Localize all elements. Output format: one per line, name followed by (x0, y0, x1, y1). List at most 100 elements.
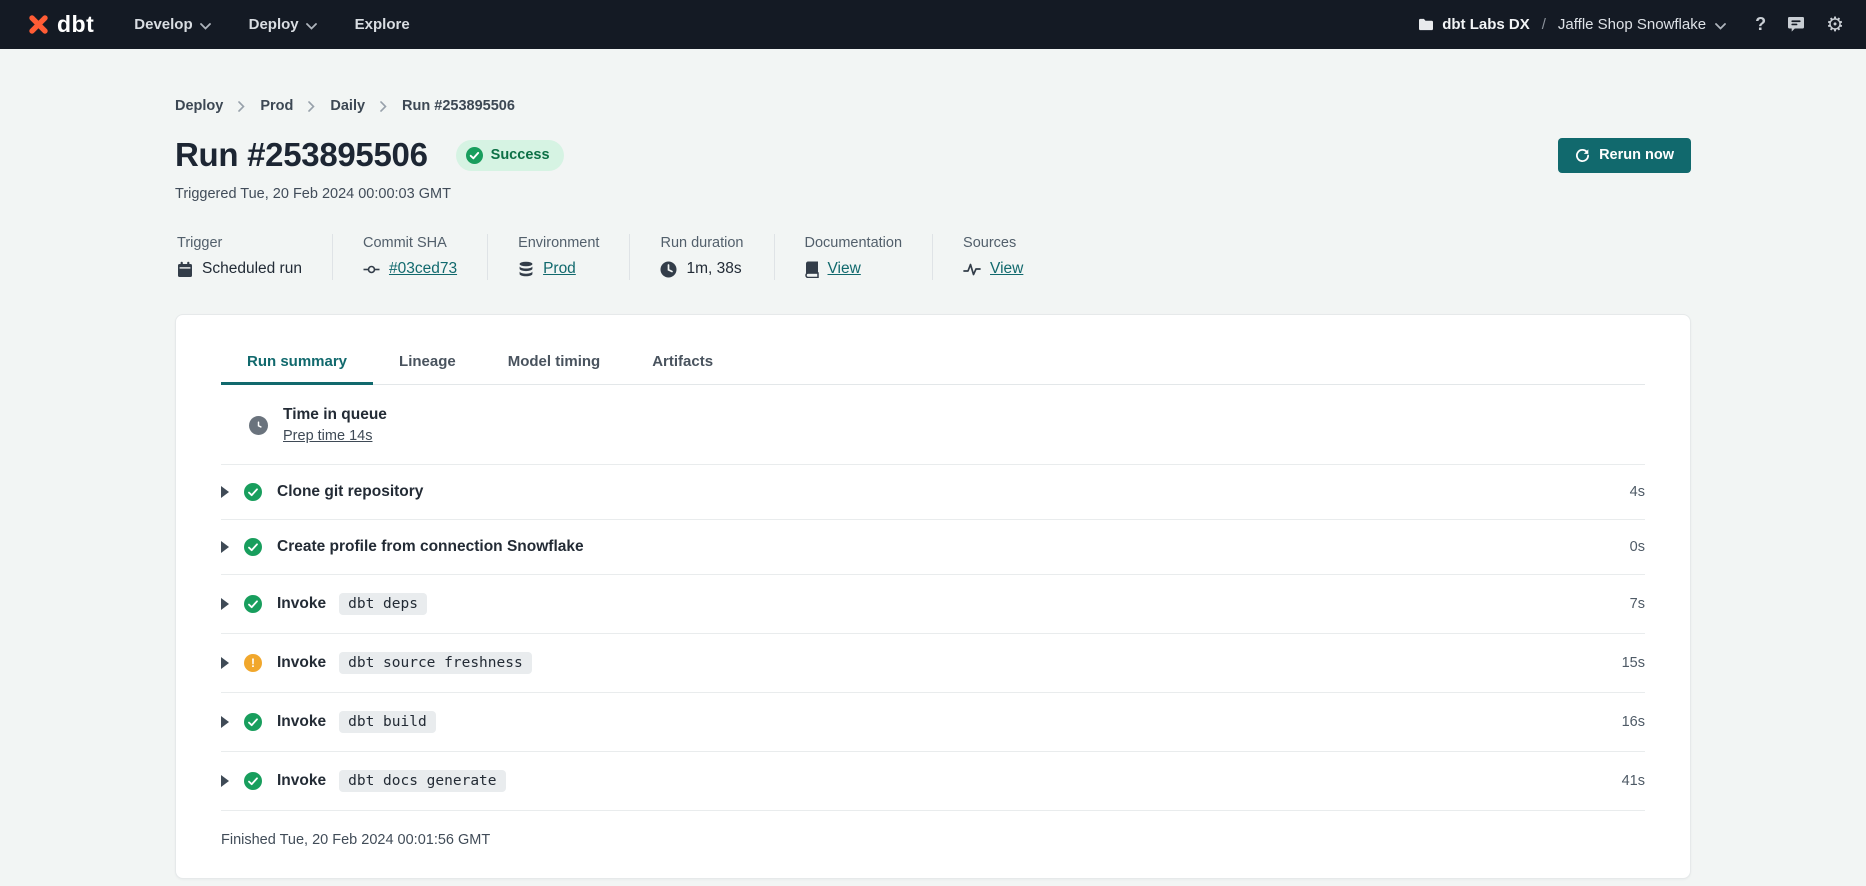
account-name: dbt Labs DX (1442, 16, 1530, 33)
breadcrumb-current-run: Run #253895506 (402, 98, 515, 114)
sources-view-link[interactable]: View (990, 260, 1023, 278)
project-switcher[interactable]: Jaffle Shop Snowflake (1558, 15, 1726, 34)
gear-icon[interactable]: ⚙ (1826, 15, 1844, 35)
run-metadata: Trigger Scheduled run Commit SHA #03ced7… (175, 234, 1691, 280)
success-icon (244, 483, 262, 501)
commit-sha-link[interactable]: #03ced73 (389, 260, 457, 278)
breadcrumb-daily[interactable]: Daily (330, 98, 365, 114)
run-step-dbt-deps: Invoke dbt deps 7s (221, 575, 1645, 634)
step-duration: 0s (1630, 539, 1645, 555)
success-icon (244, 772, 262, 790)
feedback-icon[interactable] (1787, 16, 1805, 33)
run-step-dbt-build: Invoke dbt build 16s (221, 693, 1645, 752)
rerun-now-button[interactable]: Rerun now (1558, 138, 1691, 173)
meta-label: Documentation (805, 235, 903, 251)
run-duration-value: 1m, 38s (686, 260, 741, 278)
tab-run-summary[interactable]: Run summary (221, 341, 373, 384)
project-name: Jaffle Shop Snowflake (1558, 16, 1706, 33)
app-root: dbt Develop Deploy Explore (0, 0, 1866, 886)
dbt-logo-icon (26, 12, 51, 37)
warning-icon (244, 654, 262, 672)
chevron-right-icon (380, 101, 387, 112)
expand-caret-icon[interactable] (221, 486, 229, 498)
meta-label: Sources (963, 235, 1023, 251)
step-command: dbt docs generate (339, 770, 505, 792)
trigger-value: Scheduled run (202, 260, 302, 278)
title-row: Run #253895506 Success Rerun now (175, 136, 1691, 174)
meta-commit-sha: Commit SHA #03ced73 (332, 234, 487, 280)
step-command: dbt deps (339, 593, 427, 615)
nav-item-deploy[interactable]: Deploy (249, 15, 317, 34)
nav-utility-icons: ? ⚙ (1755, 14, 1844, 35)
clock-icon (660, 261, 677, 278)
run-step-create-profile: Create profile from connection Snowflake… (221, 520, 1645, 575)
dbt-logo[interactable]: dbt (26, 12, 94, 37)
chevron-down-icon (200, 17, 211, 34)
queue-title: Time in queue (283, 406, 387, 424)
step-duration: 4s (1630, 484, 1645, 500)
chevron-down-icon (1715, 17, 1726, 34)
step-label: Invoke (277, 595, 326, 613)
expand-caret-icon[interactable] (221, 598, 229, 610)
book-icon (805, 261, 819, 278)
success-icon (466, 147, 483, 164)
nav-item-develop[interactable]: Develop (134, 15, 210, 34)
chevron-right-icon (238, 101, 245, 112)
run-step-clone: Clone git repository 4s (221, 465, 1645, 520)
meta-documentation: Documentation View (774, 234, 933, 280)
nav-item-label: Develop (134, 16, 192, 33)
run-detail-card: Run summary Lineage Model timing Artifac… (175, 314, 1691, 879)
meta-label: Run duration (660, 235, 743, 251)
account-project-separator: / (1541, 16, 1547, 33)
meta-label: Commit SHA (363, 235, 457, 251)
tab-lineage[interactable]: Lineage (373, 341, 482, 384)
breadcrumb-deploy[interactable]: Deploy (175, 98, 223, 114)
meta-label: Trigger (177, 235, 302, 251)
success-icon (244, 538, 262, 556)
finished-timestamp: Finished Tue, 20 Feb 2024 00:01:56 GMT (221, 811, 1645, 874)
page-content: Deploy Prod Daily Run #253895506 Run #25… (175, 49, 1691, 879)
meta-sources: Sources View (932, 234, 1053, 280)
step-duration: 16s (1622, 714, 1645, 730)
step-duration: 7s (1630, 596, 1645, 612)
documentation-view-link[interactable]: View (828, 260, 861, 278)
expand-caret-icon[interactable] (221, 775, 229, 787)
meta-run-duration: Run duration 1m, 38s (629, 234, 773, 280)
expand-caret-icon[interactable] (221, 541, 229, 553)
freshness-icon (963, 262, 981, 277)
tab-model-timing[interactable]: Model timing (482, 341, 627, 384)
success-icon (244, 595, 262, 613)
expand-caret-icon[interactable] (221, 657, 229, 669)
step-label: Clone git repository (277, 483, 423, 501)
database-icon (518, 261, 534, 278)
tab-bar: Run summary Lineage Model timing Artifac… (221, 341, 1645, 385)
status-badge-label: Success (491, 147, 550, 163)
step-duration: 15s (1622, 655, 1645, 671)
success-icon (244, 713, 262, 731)
tab-artifacts[interactable]: Artifacts (626, 341, 739, 384)
logo-wordmark: dbt (57, 13, 94, 36)
step-label: Create profile from connection Snowflake (277, 538, 584, 556)
chevron-down-icon (306, 17, 317, 34)
nav-item-explore[interactable]: Explore (355, 16, 410, 33)
status-badge: Success (456, 140, 564, 171)
breadcrumb-prod[interactable]: Prod (260, 98, 293, 114)
nav-item-label: Explore (355, 16, 410, 33)
run-step-dbt-source-freshness: Invoke dbt source freshness 15s (221, 634, 1645, 693)
run-step-dbt-docs-generate: Invoke dbt docs generate 41s (221, 752, 1645, 811)
calendar-icon (177, 261, 193, 278)
environment-link[interactable]: Prod (543, 260, 576, 278)
account-switcher[interactable]: dbt Labs DX (1418, 16, 1530, 33)
meta-environment: Environment Prod (487, 234, 629, 280)
prep-time-link[interactable]: Prep time 14s (283, 428, 372, 444)
top-nav: dbt Develop Deploy Explore (0, 0, 1866, 49)
expand-caret-icon[interactable] (221, 716, 229, 728)
rerun-now-label: Rerun now (1599, 147, 1674, 163)
refresh-icon (1575, 148, 1590, 163)
page-title: Run #253895506 (175, 136, 428, 174)
nav-right: dbt Labs DX / Jaffle Shop Snowflake ? ⚙ (1418, 14, 1844, 35)
triggered-timestamp: Triggered Tue, 20 Feb 2024 00:00:03 GMT (175, 186, 1691, 202)
help-icon[interactable]: ? (1755, 14, 1766, 35)
step-label: Invoke (277, 654, 326, 672)
primary-nav: Develop Deploy Explore (134, 15, 409, 34)
